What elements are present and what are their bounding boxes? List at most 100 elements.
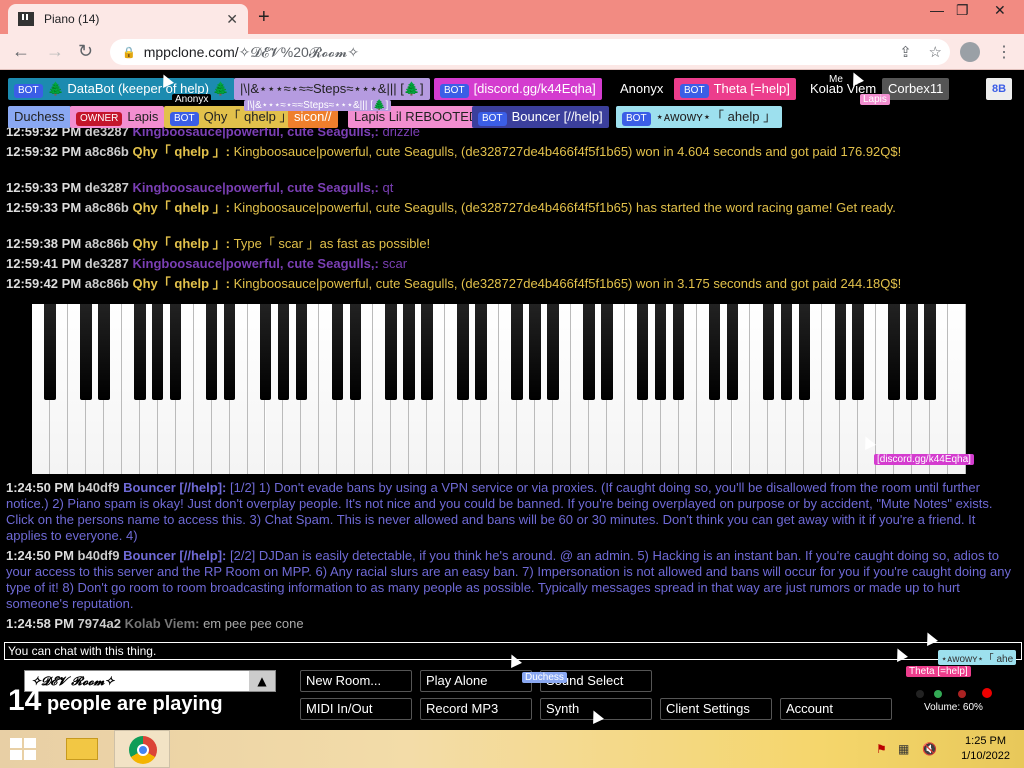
url-host: mppclone.com/	[143, 44, 239, 60]
black-key[interactable]	[403, 304, 415, 400]
black-key[interactable]	[888, 304, 900, 400]
menu-button[interactable]: 8B	[986, 78, 1013, 100]
black-key[interactable]	[205, 304, 218, 400]
black-key[interactable]	[762, 304, 775, 400]
black-key[interactable]	[80, 304, 92, 400]
black-key[interactable]	[98, 304, 110, 400]
black-key[interactable]	[134, 304, 146, 400]
black-key[interactable]	[151, 304, 164, 400]
black-key[interactable]	[547, 304, 559, 400]
user-name: Anonyx	[620, 81, 664, 96]
black-key[interactable]	[834, 304, 846, 400]
midi-in-out-button[interactable]: MIDI In/Out	[300, 698, 412, 720]
message-user-id: b40df9	[77, 548, 120, 563]
message-author[interactable]: Bouncer [//help]:	[123, 548, 226, 563]
black-key[interactable]	[924, 304, 936, 400]
message-text: scar	[382, 256, 408, 271]
volume-label[interactable]: Volume: 60%	[924, 702, 983, 713]
client-settings-button[interactable]: Client Settings	[660, 698, 772, 720]
close-tab-icon[interactable]: ✕	[226, 11, 238, 28]
restore-icon[interactable]: ❐	[956, 2, 969, 19]
file-explorer-icon[interactable]	[54, 730, 110, 768]
message-author[interactable]: Qhy「 qhelp 」:	[133, 276, 231, 291]
forward-icon[interactable]: →	[46, 41, 64, 62]
black-key[interactable]	[654, 304, 667, 400]
message-author[interactable]: Kingboosauce|powerful, cute Seagulls,:	[133, 180, 379, 195]
play-alone-button[interactable]: Play Alone	[420, 670, 532, 692]
black-key[interactable]	[169, 304, 182, 400]
user-tag[interactable]: Corbex11	[882, 78, 950, 100]
black-key[interactable]	[295, 304, 308, 400]
user-tag[interactable]: BOT ⋆ᴀᴡᴏᴡʏ⋆「 ahelp 」	[616, 106, 783, 128]
black-key[interactable]	[277, 304, 290, 400]
reload-icon[interactable]: ↻	[78, 41, 93, 62]
cursor-label: ⋆ᴀᴡᴏᴡʏ⋆「 ahe	[938, 650, 1017, 665]
minimize-icon[interactable]: —	[930, 2, 944, 18]
network-icon[interactable]: ▦	[898, 742, 909, 756]
message-author[interactable]: Kingboosauce|powerful, cute Seagulls,:	[133, 256, 379, 271]
black-key[interactable]	[511, 304, 523, 400]
user-tag[interactable]: BOT Theta [=help]	[674, 78, 796, 100]
black-key[interactable]	[385, 304, 397, 400]
black-key[interactable]	[726, 304, 739, 400]
speaker-muted-icon[interactable]: 🔇	[922, 742, 937, 756]
black-key[interactable]	[223, 304, 236, 400]
black-key[interactable]	[44, 304, 56, 400]
close-window-icon[interactable]: ✕	[994, 2, 1006, 19]
black-key[interactable]	[475, 304, 487, 400]
user-tag[interactable]: Duchess	[8, 106, 71, 128]
black-key[interactable]	[708, 304, 721, 400]
black-key[interactable]	[601, 304, 613, 400]
message-time: 12:59:33 PM	[6, 180, 82, 195]
black-key[interactable]	[457, 304, 469, 400]
new-tab-icon[interactable]: +	[258, 6, 270, 29]
black-key[interactable]	[672, 304, 685, 400]
browser-menu-icon[interactable]: ⋮	[996, 42, 1012, 62]
black-key[interactable]	[349, 304, 362, 400]
piano-keyboard[interactable]	[32, 304, 966, 474]
chat-message: 1:24:50 PM b40df9 Bouncer [//help]: [2/2…	[6, 548, 1014, 612]
black-key[interactable]	[906, 304, 918, 400]
system-clock[interactable]: 1:25 PM 1/10/2022	[961, 734, 1010, 764]
profile-avatar-icon[interactable]	[960, 42, 980, 62]
black-key[interactable]	[421, 304, 433, 400]
black-key[interactable]	[259, 304, 272, 400]
black-key[interactable]	[852, 304, 864, 400]
message-author[interactable]: Qhy「 qhelp 」:	[133, 236, 231, 251]
message-author[interactable]: Kolab Viem:	[125, 616, 200, 631]
user-tag[interactable]: |\|&⋆⋆⋆≈⋆≈≈Steps≈⋆⋆⋆&||| [🌲]	[234, 78, 430, 100]
black-key[interactable]	[798, 304, 811, 400]
message-time: 12:59:33 PM	[6, 200, 82, 215]
new-room-button[interactable]: New Room...	[300, 670, 412, 692]
chrome-taskbar-icon[interactable]	[114, 730, 170, 768]
black-key[interactable]	[636, 304, 649, 400]
back-icon[interactable]: ←	[12, 41, 30, 62]
user-tag[interactable]: BOT [discord.gg/k44Eqha]	[434, 78, 602, 100]
message-author[interactable]: Qhy「 qhelp 」:	[133, 144, 231, 159]
account-button[interactable]: Account	[780, 698, 892, 720]
windows-start-icon[interactable]	[10, 738, 36, 760]
user-tag[interactable]: OWNER Lapis	[70, 106, 165, 128]
flag-icon[interactable]: ⚑	[876, 742, 887, 756]
clock-date: 1/10/2022	[961, 750, 1010, 762]
share-icon[interactable]: ⇪	[899, 44, 912, 61]
message-author[interactable]: Bouncer [//help]:	[123, 480, 226, 495]
address-bar[interactable]: 🔒 mppclone.com/ ✧𝓓𝓔𝓥%20𝓡𝓸𝓸𝓶✧ ⇪ ☆	[110, 39, 950, 65]
chevron-up-icon[interactable]: ▲	[249, 671, 275, 691]
white-key[interactable]	[948, 304, 966, 474]
black-key[interactable]	[583, 304, 595, 400]
led-indicator-icon	[916, 690, 924, 698]
black-key[interactable]	[780, 304, 793, 400]
user-tag[interactable]: Anonyx	[614, 78, 670, 100]
bot-badge: BOT	[170, 112, 199, 126]
black-key[interactable]	[331, 304, 344, 400]
record-mp3-button[interactable]: Record MP3	[420, 698, 532, 720]
bot-badge: BOT	[478, 112, 507, 126]
browser-tab[interactable]: Piano (14) ✕	[8, 4, 248, 34]
clock-time: 1:25 PM	[965, 735, 1007, 747]
black-key[interactable]	[529, 304, 541, 400]
message-author[interactable]: Qhy「 qhelp 」:	[133, 200, 231, 215]
chat-message: 12:59:33 PM de3287 Kingboosauce|powerful…	[6, 180, 1014, 196]
bookmark-star-icon[interactable]: ☆	[929, 44, 942, 61]
user-tag[interactable]: BOT Bouncer [//help]	[472, 106, 609, 128]
